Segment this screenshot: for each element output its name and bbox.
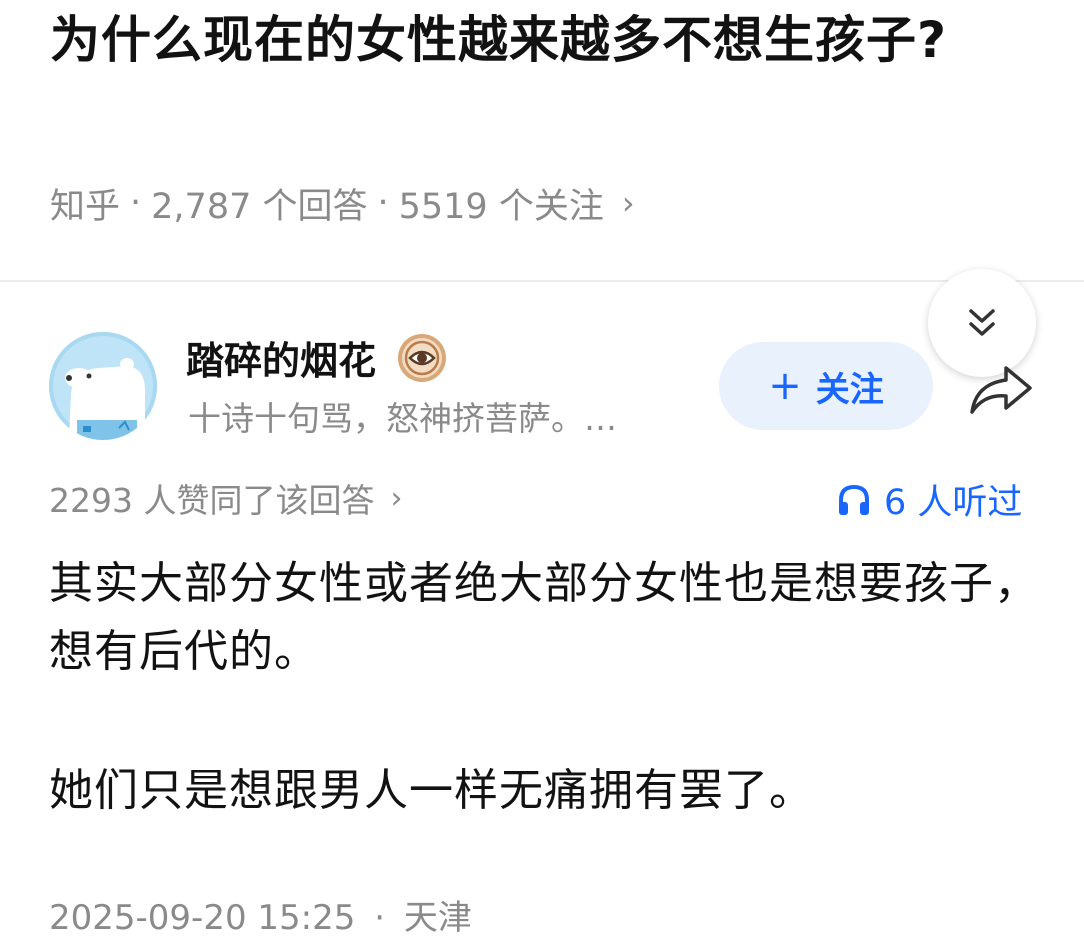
author-bio: 十诗十句骂，怒神挤菩萨。… <box>188 399 617 438</box>
upvote-info[interactable]: 2293 人赞同了该回答 › <box>49 474 402 522</box>
listen-count: 6 人听过 <box>884 483 1023 523</box>
avatar[interactable] <box>49 332 157 440</box>
source-label: 知乎 <box>50 186 121 227</box>
headphones-icon <box>839 484 869 515</box>
section-divider <box>0 280 1084 282</box>
chevron-right-icon: › <box>390 480 403 516</box>
polar-bear-avatar-icon <box>49 332 157 440</box>
follow-button[interactable]: + 关注 <box>719 342 933 430</box>
chevron-right-icon: › <box>621 184 635 222</box>
meta-separator: · <box>377 183 389 223</box>
author-name[interactable]: 踏碎的烟花 <box>186 330 376 385</box>
meta-separator: · <box>130 183 142 223</box>
plus-icon: + <box>768 363 802 409</box>
follower-count: 5519 个关注 <box>398 186 604 227</box>
answer-footer: 2025-09-20 15:25 · 天津 <box>49 890 472 939</box>
share-icon[interactable] <box>966 362 1036 418</box>
author-name-row[interactable]: 踏碎的烟花 <box>186 330 448 385</box>
upvote-count: 2293 人赞同了该回答 <box>49 481 375 520</box>
question-meta[interactable]: 知乎 · 2,787 个回答 · 5519 个关注 › <box>50 178 635 228</box>
collapse-button[interactable] <box>928 269 1036 377</box>
answer-location: 天津 <box>403 898 472 938</box>
answer-paragraph: 其实大部分女性或者绝大部分女性也是想要孩子，想有后代的。 <box>49 558 1039 677</box>
listen-info[interactable]: 6 人听过 <box>836 474 1022 525</box>
answer-paragraph: 她们只是想跟男人一样无痛拥有罢了。 <box>49 765 814 816</box>
answer-count: 2,787 个回答 <box>151 186 368 227</box>
eye-badge-icon[interactable] <box>396 332 448 384</box>
answer-timestamp: 2025-09-20 15:25 <box>49 898 356 938</box>
question-title[interactable]: 为什么现在的女性越来越多不想生孩子? <box>50 2 1010 78</box>
follow-button-label: 关注 <box>815 369 884 410</box>
footer-separator: · <box>374 898 386 938</box>
double-chevron-down-icon <box>969 309 995 336</box>
